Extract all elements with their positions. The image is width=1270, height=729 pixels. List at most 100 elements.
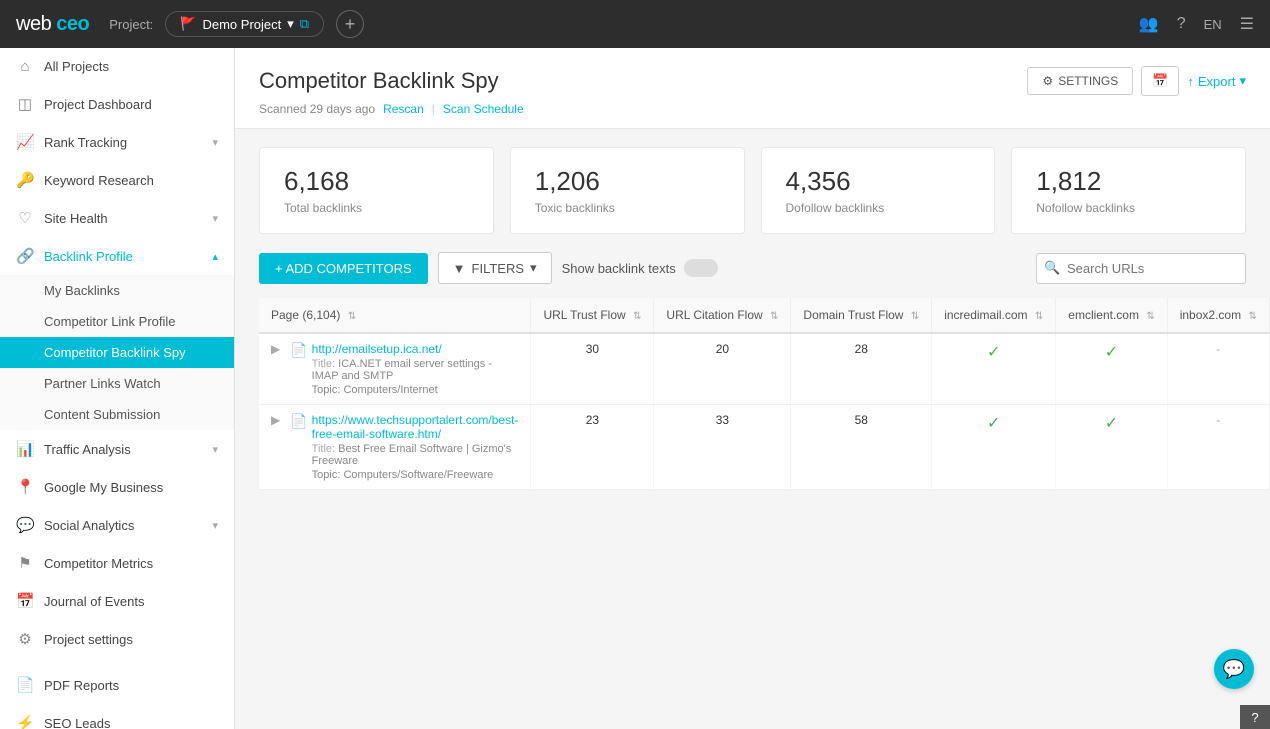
title-label-1: Title: (312, 443, 339, 455)
stats-row: 6,168 Total backlinks 1,206 Toxic backli… (235, 129, 1270, 252)
col-incredimail[interactable]: incredimail.com ⇅ (932, 298, 1056, 333)
filters-button[interactable]: ▼ FILTERS ▾ (438, 252, 552, 284)
sidebar-item-project-dashboard[interactable]: ◫ Project Dashboard (0, 85, 234, 123)
export-button[interactable]: ↑ Export ▾ (1187, 73, 1246, 89)
col-page[interactable]: Page (6,104) ⇅ (259, 298, 531, 333)
stat-card-nofollow-backlinks: 1,812 Nofollow backlinks (1011, 147, 1246, 234)
add-competitors-button[interactable]: + ADD COMPETITORS (259, 253, 428, 284)
sidebar-subitem-my-backlinks[interactable]: My Backlinks (0, 275, 234, 306)
sidebar-item-social-analytics[interactable]: 💬 Social Analytics ▾ (0, 506, 234, 544)
cell-url-trust-1: 23 (531, 405, 654, 490)
sidebar-item-traffic-analysis[interactable]: 📊 Traffic Analysis ▾ (0, 430, 234, 468)
sidebar-label-rank-tracking: Rank Tracking (44, 135, 127, 150)
sidebar-subitem-competitor-link-profile[interactable]: Competitor Link Profile (0, 306, 234, 337)
scan-schedule-link[interactable]: Scan Schedule (443, 102, 524, 116)
cell-domain-trust-1: 58 (791, 405, 932, 490)
filter-icon: ▼ (453, 261, 466, 276)
rescan-link[interactable]: Rescan (383, 102, 424, 116)
col-inbox2[interactable]: inbox2.com ⇅ (1167, 298, 1269, 333)
check-icon-emclient-1: ✓ (1105, 415, 1118, 432)
stat-label-total: Total backlinks (284, 201, 469, 215)
sidebar-item-seo-leads[interactable]: ⚡ SEO Leads (0, 704, 234, 729)
cell-incredimail-0: ✓ (932, 333, 1056, 405)
competitor-backlink-spy-label: Competitor Backlink Spy (44, 345, 186, 360)
project-selector[interactable]: 🚩 Demo Project ▾ ⧉ (165, 11, 324, 37)
settings-button[interactable]: ⚙ SETTINGS (1027, 67, 1133, 95)
col-emclient[interactable]: emclient.com ⇅ (1056, 298, 1167, 333)
backlink-texts-toggle[interactable] (684, 259, 718, 277)
cell-domain-trust-0: 28 (791, 333, 932, 405)
sidebar-item-rank-tracking[interactable]: 📈 Rank Tracking ▾ (0, 123, 234, 161)
menu-icon[interactable]: ☰ (1240, 14, 1254, 34)
sidebar-item-journal-of-events[interactable]: 📅 Journal of Events (0, 582, 234, 620)
chevron-down-icon-2: ▴ (212, 250, 218, 263)
chat-button[interactable]: 💬 (1214, 649, 1254, 689)
add-project-button[interactable]: + (336, 10, 364, 38)
users-icon[interactable]: 👥 (1139, 14, 1159, 34)
topic-label-0: Topic: (312, 384, 344, 396)
sidebar-item-site-health[interactable]: ♡ Site Health ▾ (0, 199, 234, 237)
col-url-citation-flow[interactable]: URL Citation Flow ⇅ (654, 298, 791, 333)
sidebar-item-pdf-reports[interactable]: 📄 PDF Reports (0, 666, 234, 704)
cell-url-citation-1: 33 (654, 405, 791, 490)
home-icon: ⌂ (16, 58, 34, 75)
doc-icon-1[interactable]: 📄 (290, 413, 307, 430)
search-container: 🔍 (1036, 253, 1246, 284)
chevron-right-icon: ▾ (212, 136, 218, 149)
sidebar-label-google-my-business: Google My Business (44, 480, 163, 495)
sidebar-subitem-partner-links-watch[interactable]: Partner Links Watch (0, 368, 234, 399)
expand-button-1[interactable]: ▶ (271, 413, 280, 427)
search-input[interactable] (1036, 253, 1246, 284)
gear-icon: ⚙ (1042, 74, 1053, 88)
sidebar-label-pdf-reports: PDF Reports (44, 678, 119, 693)
stat-card-toxic-backlinks: 1,206 Toxic backlinks (510, 147, 745, 234)
dash-inbox2-0: - (1216, 342, 1220, 356)
sidebar-item-all-projects[interactable]: ⌂ All Projects (0, 48, 234, 85)
sidebar-item-project-settings[interactable]: ⚙ Project settings (0, 620, 234, 658)
sidebar-item-keyword-research[interactable]: 🔑 Keyword Research (0, 161, 234, 199)
traffic-icon: 📊 (16, 440, 34, 458)
sidebar-subitem-competitor-backlink-spy[interactable]: Competitor Backlink Spy (0, 337, 234, 368)
settings-icon: ⚙ (16, 630, 34, 648)
sidebar-label-competitor-metrics: Competitor Metrics (44, 556, 153, 571)
sort-icon-url-citation: ⇅ (770, 311, 778, 322)
sidebar-label-backlink-profile: Backlink Profile (44, 249, 133, 264)
sort-icon-page: ⇅ (348, 311, 356, 322)
doc-icon-0[interactable]: 📄 (290, 342, 307, 359)
dash-inbox2-1: - (1216, 413, 1220, 427)
col-url-trust-flow[interactable]: URL Trust Flow ⇅ (531, 298, 654, 333)
page-url-1[interactable]: https://www.techsupportalert.com/best-fr… (312, 413, 519, 441)
chevron-right-icon-3: ▾ (212, 443, 218, 456)
sidebar-item-google-my-business[interactable]: 📍 Google My Business (0, 468, 234, 506)
sort-icon-url-trust: ⇅ (633, 311, 641, 322)
help-icon[interactable]: ? (1177, 15, 1186, 33)
link-icon: 🔗 (16, 247, 34, 265)
col-domain-trust-flow[interactable]: Domain Trust Flow ⇅ (791, 298, 932, 333)
cell-page-0: ▶ 📄 http://emailsetup.ica.net/ Title: IC… (259, 333, 531, 405)
title-value-0: ICA.NET email server settings - IMAP and… (312, 358, 492, 382)
help-button[interactable]: ? (1240, 705, 1270, 729)
table-row: ▶ 📄 https://www.techsupportalert.com/bes… (259, 405, 1270, 490)
topic-value-0: Computers/Internet (343, 384, 437, 396)
sidebar-subitem-content-submission[interactable]: Content Submission (0, 399, 234, 430)
sidebar-item-backlink-profile[interactable]: 🔗 Backlink Profile ▴ (0, 237, 234, 275)
check-icon-incredimail-1: ✓ (987, 415, 1000, 432)
show-backlink-texts-label: Show backlink texts (562, 261, 676, 276)
page-url-0[interactable]: http://emailsetup.ica.net/ (312, 342, 519, 356)
toggle-container: Show backlink texts (562, 259, 718, 277)
topbar-right: 👥 ? EN ☰ (1139, 14, 1254, 34)
title-label-0: Title: (312, 358, 339, 370)
chevron-down-icon: ▾ (287, 16, 294, 32)
leads-icon: ⚡ (16, 714, 34, 729)
stat-label-nofollow: Nofollow backlinks (1036, 201, 1221, 215)
topbar: web ceo Project: 🚩 Demo Project ▾ ⧉ + 👥 … (0, 0, 1270, 48)
stat-number-nofollow: 1,812 (1036, 166, 1221, 197)
check-icon-emclient-0: ✓ (1105, 344, 1118, 361)
calendar-button[interactable]: 📅 (1141, 66, 1179, 96)
project-name: Demo Project (202, 17, 281, 32)
scan-separator: | (432, 102, 435, 116)
language-selector[interactable]: EN (1204, 17, 1222, 32)
sidebar-item-competitor-metrics[interactable]: ⚑ Competitor Metrics (0, 544, 234, 582)
expand-button-0[interactable]: ▶ (271, 342, 280, 356)
calendar-icon: 📅 (16, 592, 34, 610)
